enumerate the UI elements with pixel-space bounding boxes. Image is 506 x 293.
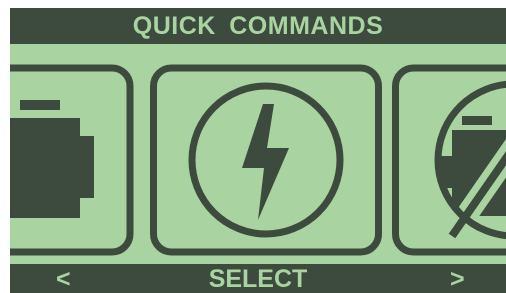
lcd-screen: QUICK COMMANDS < SELECT >: [10, 8, 506, 293]
next-button[interactable]: >: [450, 264, 465, 293]
title-bar: QUICK COMMANDS: [10, 8, 506, 44]
command-card-engine[interactable]: [10, 44, 140, 264]
select-button[interactable]: SELECT: [10, 264, 506, 293]
command-card-power[interactable]: [150, 44, 382, 264]
no-engine-icon: [434, 80, 506, 243]
navigation-bar: < SELECT >: [10, 264, 506, 293]
command-card-engine-off[interactable]: [392, 44, 506, 264]
engine-icon: [10, 100, 94, 218]
screen-title: QUICK COMMANDS: [132, 11, 384, 40]
lightning-bolt-icon: [242, 104, 289, 220]
command-carousel: [10, 44, 506, 264]
